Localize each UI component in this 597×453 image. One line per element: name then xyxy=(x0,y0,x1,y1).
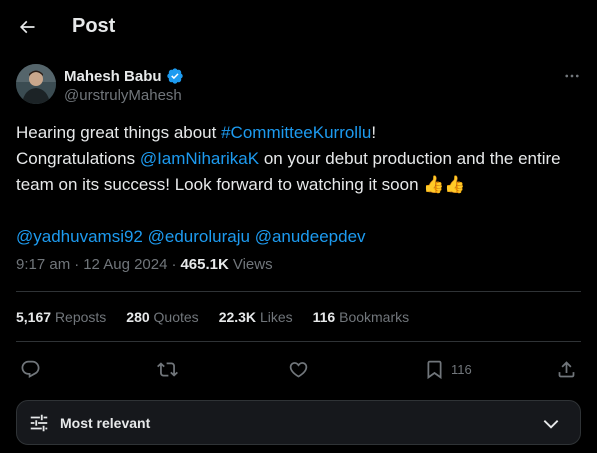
tweet-time[interactable]: 9:17 am xyxy=(16,256,70,273)
mention-link[interactable]: @yadhuvamsi92 xyxy=(16,227,143,246)
tweet-line-3: team on its success! Look forward to wat… xyxy=(16,172,581,198)
heart-icon xyxy=(289,361,308,378)
meta-separator: · xyxy=(74,256,80,273)
like-button[interactable] xyxy=(288,356,309,382)
tweet-meta: 9:17 am · 12 Aug 2024 · 465.1K Views xyxy=(16,256,273,273)
stat-likes[interactable]: 22.3K Likes xyxy=(219,309,293,325)
avatar-image xyxy=(16,64,56,104)
page-title: Post xyxy=(72,15,116,37)
verified-badge-icon[interactable] xyxy=(166,67,184,85)
more-horizontal-icon xyxy=(565,74,579,78)
sort-replies-dropdown[interactable]: Most relevant xyxy=(16,400,581,445)
mention-link[interactable]: @eduroluraju xyxy=(148,227,250,246)
stat-bookmarks[interactable]: 116 Bookmarks xyxy=(313,309,410,325)
post-header: Post xyxy=(0,0,597,54)
divider xyxy=(16,341,581,342)
tweet-text-segment: team on its success! Look forward to wat… xyxy=(16,175,424,194)
share-icon xyxy=(558,360,575,377)
tweet-date[interactable]: 12 Aug 2024 xyxy=(83,256,167,273)
tweet-text-segment: Congratulations xyxy=(16,149,140,168)
hashtag-link[interactable]: #CommitteeKurrollu xyxy=(221,123,371,142)
stat-reposts[interactable]: 5,167 Reposts xyxy=(16,309,106,325)
bookmark-count: 116 xyxy=(451,361,472,377)
meta-separator: · xyxy=(171,256,177,273)
avatar[interactable] xyxy=(16,64,56,104)
back-button[interactable] xyxy=(14,14,40,40)
divider xyxy=(16,291,581,292)
mention-link[interactable]: @IamNiharikaK xyxy=(140,149,259,168)
thumbs-up-emoji: 👍👍 xyxy=(423,175,466,194)
stat-count: 280 xyxy=(126,309,150,325)
share-button[interactable] xyxy=(556,356,577,382)
reply-button[interactable] xyxy=(20,356,41,382)
repost-button[interactable] xyxy=(157,356,178,382)
stat-quotes[interactable]: 280 Quotes xyxy=(126,309,198,325)
sort-label: Most relevant xyxy=(60,415,151,431)
stat-label: Reposts xyxy=(54,309,107,325)
author-name-row[interactable]: Mahesh Babu xyxy=(64,67,184,85)
reply-icon xyxy=(21,360,40,378)
stat-label: Bookmarks xyxy=(339,309,410,325)
sliders-icon xyxy=(30,414,48,432)
stat-count: 22.3K xyxy=(218,309,257,325)
views-count: 465.1K xyxy=(180,256,229,273)
repost-icon xyxy=(157,361,178,377)
tweet-line-1: Hearing great things about #CommitteeKur… xyxy=(16,120,581,146)
author-handle[interactable]: @urstrulyMahesh xyxy=(64,87,182,104)
more-options-button[interactable] xyxy=(562,66,582,86)
tweet-text-segment: on your debut production and the entire xyxy=(259,149,561,168)
tweet-text: Hearing great things about #CommitteeKur… xyxy=(16,120,581,250)
stat-count: 5,167 xyxy=(16,309,52,325)
stat-label: Likes xyxy=(259,309,293,325)
stat-label: Quotes xyxy=(153,309,199,325)
mention-link[interactable]: @anudeepdev xyxy=(255,227,366,246)
arrow-left-icon xyxy=(19,20,35,34)
tweet-text-segment: ! xyxy=(371,123,377,142)
bookmark-button[interactable]: 116 xyxy=(424,356,472,382)
tweet-text-segment: Hearing great things about xyxy=(16,123,222,142)
bookmark-icon xyxy=(427,360,442,379)
engagement-stats: 5,167 Reposts 280 Quotes 22.3K Likes 116… xyxy=(16,309,409,325)
views-label: Views xyxy=(232,256,273,273)
action-bar: 116 xyxy=(16,356,581,382)
tweet-mentions-line: @yadhuvamsi92 @eduroluraju @anudeepdev xyxy=(16,224,581,250)
tweet-line-2: Congratulations @IamNiharikaK on your de… xyxy=(16,146,581,172)
author-name[interactable]: Mahesh Babu xyxy=(64,68,162,85)
stat-count: 116 xyxy=(312,309,336,325)
chevron-down-icon xyxy=(543,420,559,429)
